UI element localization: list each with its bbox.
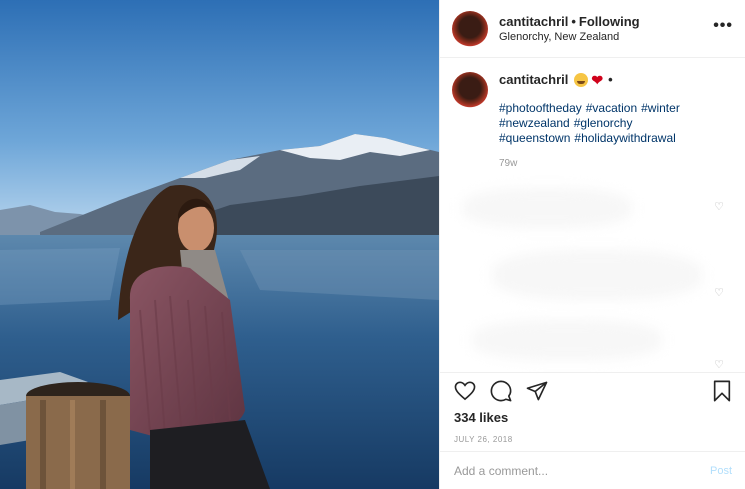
post-header: cantitachril • Following Glenorchy, New Ze… (440, 0, 745, 58)
hashtag-list: #photooftheday #vacation #winter #newzealan… (499, 101, 719, 146)
caption: cantitachril ❤ • #photooftheday #vacation… (440, 58, 745, 169)
hashtag-link[interactable]: #newzealand (499, 116, 570, 130)
paper-plane-icon[interactable] (526, 381, 548, 401)
post-date: JULY 26, 2018 (454, 435, 513, 444)
post-actions: 334 likes JULY 26, 2018 (440, 372, 745, 444)
avatar[interactable] (452, 10, 488, 47)
header-text: cantitachril • Following Glenorchy, New Ze… (499, 14, 713, 43)
post-photo[interactable] (0, 0, 439, 489)
blurred-comment (492, 250, 702, 300)
comment-bubble-icon[interactable] (490, 380, 512, 402)
comment-input[interactable]: Add a comment... (454, 464, 710, 478)
bookmark-icon[interactable] (712, 380, 732, 402)
hashtag-link[interactable]: #vacation (586, 101, 637, 115)
post-side-panel: cantitachril • Following Glenorchy, New Ze… (439, 0, 745, 489)
caption-body: cantitachril ❤ • #photooftheday #vacation… (499, 72, 719, 169)
header-line: cantitachril • Following (499, 14, 713, 29)
red-heart-emoji-icon: ❤ (591, 71, 604, 88)
hashtag-link[interactable]: #glenorchy (574, 116, 633, 130)
location-link[interactable]: Glenorchy, New Zealand (499, 31, 713, 43)
comments-list[interactable]: ♡ ♡ ♡ (452, 180, 734, 371)
blurred-comment (462, 188, 632, 228)
more-horizontal-icon[interactable]: ••• (713, 17, 733, 37)
comment-like-heart-icon[interactable]: ♡ (714, 358, 724, 371)
likes-count[interactable]: 334 likes (454, 410, 732, 425)
comment-form: Add a comment... Post (440, 451, 745, 489)
hashtag-link[interactable]: #queenstown (499, 131, 570, 145)
blurred-comment (472, 320, 662, 360)
hashtag-link[interactable]: #photooftheday (499, 101, 582, 115)
hashtag-link[interactable]: #winter (641, 101, 680, 115)
caption-trailing-dot: • (608, 72, 613, 87)
caption-header: cantitachril ❤ • (499, 72, 719, 87)
comment-like-heart-icon[interactable]: ♡ (714, 286, 724, 299)
post-comment-button[interactable]: Post (710, 465, 732, 477)
caption-age: 79w (499, 158, 518, 169)
caption-avatar[interactable] (452, 72, 488, 108)
crying-face-emoji-icon (574, 72, 589, 87)
heart-outline-icon[interactable] (454, 381, 476, 401)
comment-like-heart-icon[interactable]: ♡ (714, 200, 724, 213)
action-icons (454, 373, 732, 409)
separator-dot: • (571, 14, 576, 29)
instagram-post-modal: cantitachril • Following Glenorchy, New Ze… (0, 0, 745, 489)
hashtag-link[interactable]: #holidaywithdrawal (574, 131, 675, 145)
lake-portrait-image (0, 0, 439, 489)
username-link[interactable]: cantitachril (499, 14, 568, 29)
following-button[interactable]: Following (579, 14, 640, 29)
caption-username[interactable]: cantitachril (499, 72, 568, 87)
